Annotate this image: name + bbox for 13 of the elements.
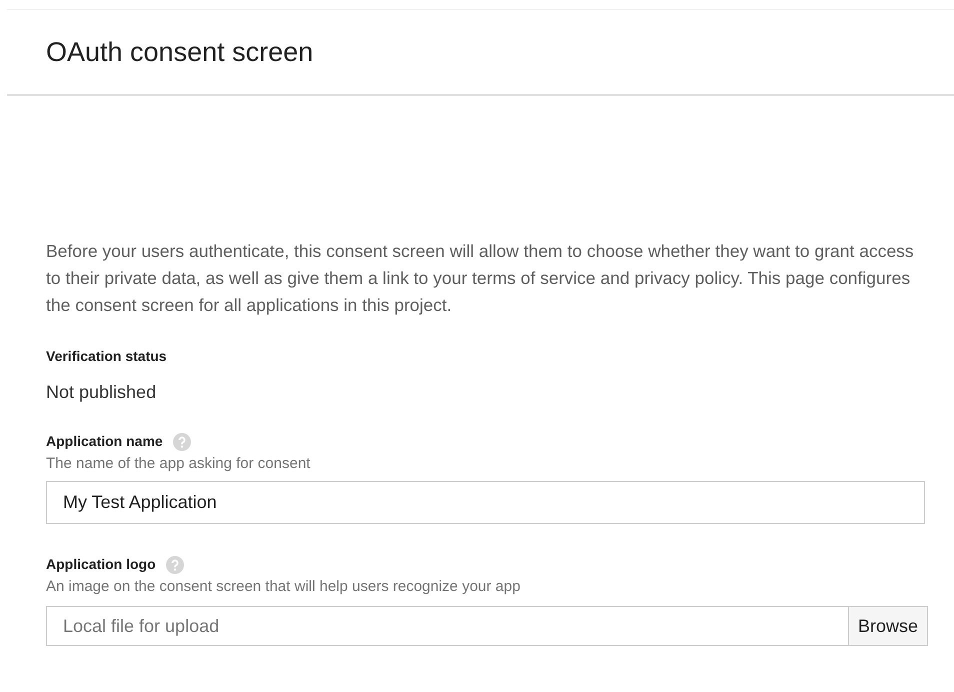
browse-button[interactable]: Browse	[848, 606, 928, 646]
help-icon[interactable]	[172, 432, 191, 450]
page-title: OAuth consent screen	[46, 36, 314, 69]
help-icon[interactable]	[166, 556, 184, 574]
field-hint: An image on the consent screen that will help users recognize your app	[46, 578, 522, 596]
field-label: Verification status	[46, 347, 168, 366]
field-hint: The name of the app asking for consent	[46, 455, 312, 473]
field-label: Application logo	[46, 555, 156, 574]
text-input[interactable]: My Test Application	[46, 481, 925, 524]
status-value: Not published	[46, 381, 158, 404]
description-text: Before your users authenticate, this consent screen will allow them to choose whether they want to grant access to their private data, as well as give them a link to your terms of service and privacy policy. This page configures the consent screen for all applications in this project.	[46, 240, 915, 317]
field-label: Application name	[46, 432, 163, 451]
file-input[interactable]: Local file for upload	[46, 606, 848, 646]
